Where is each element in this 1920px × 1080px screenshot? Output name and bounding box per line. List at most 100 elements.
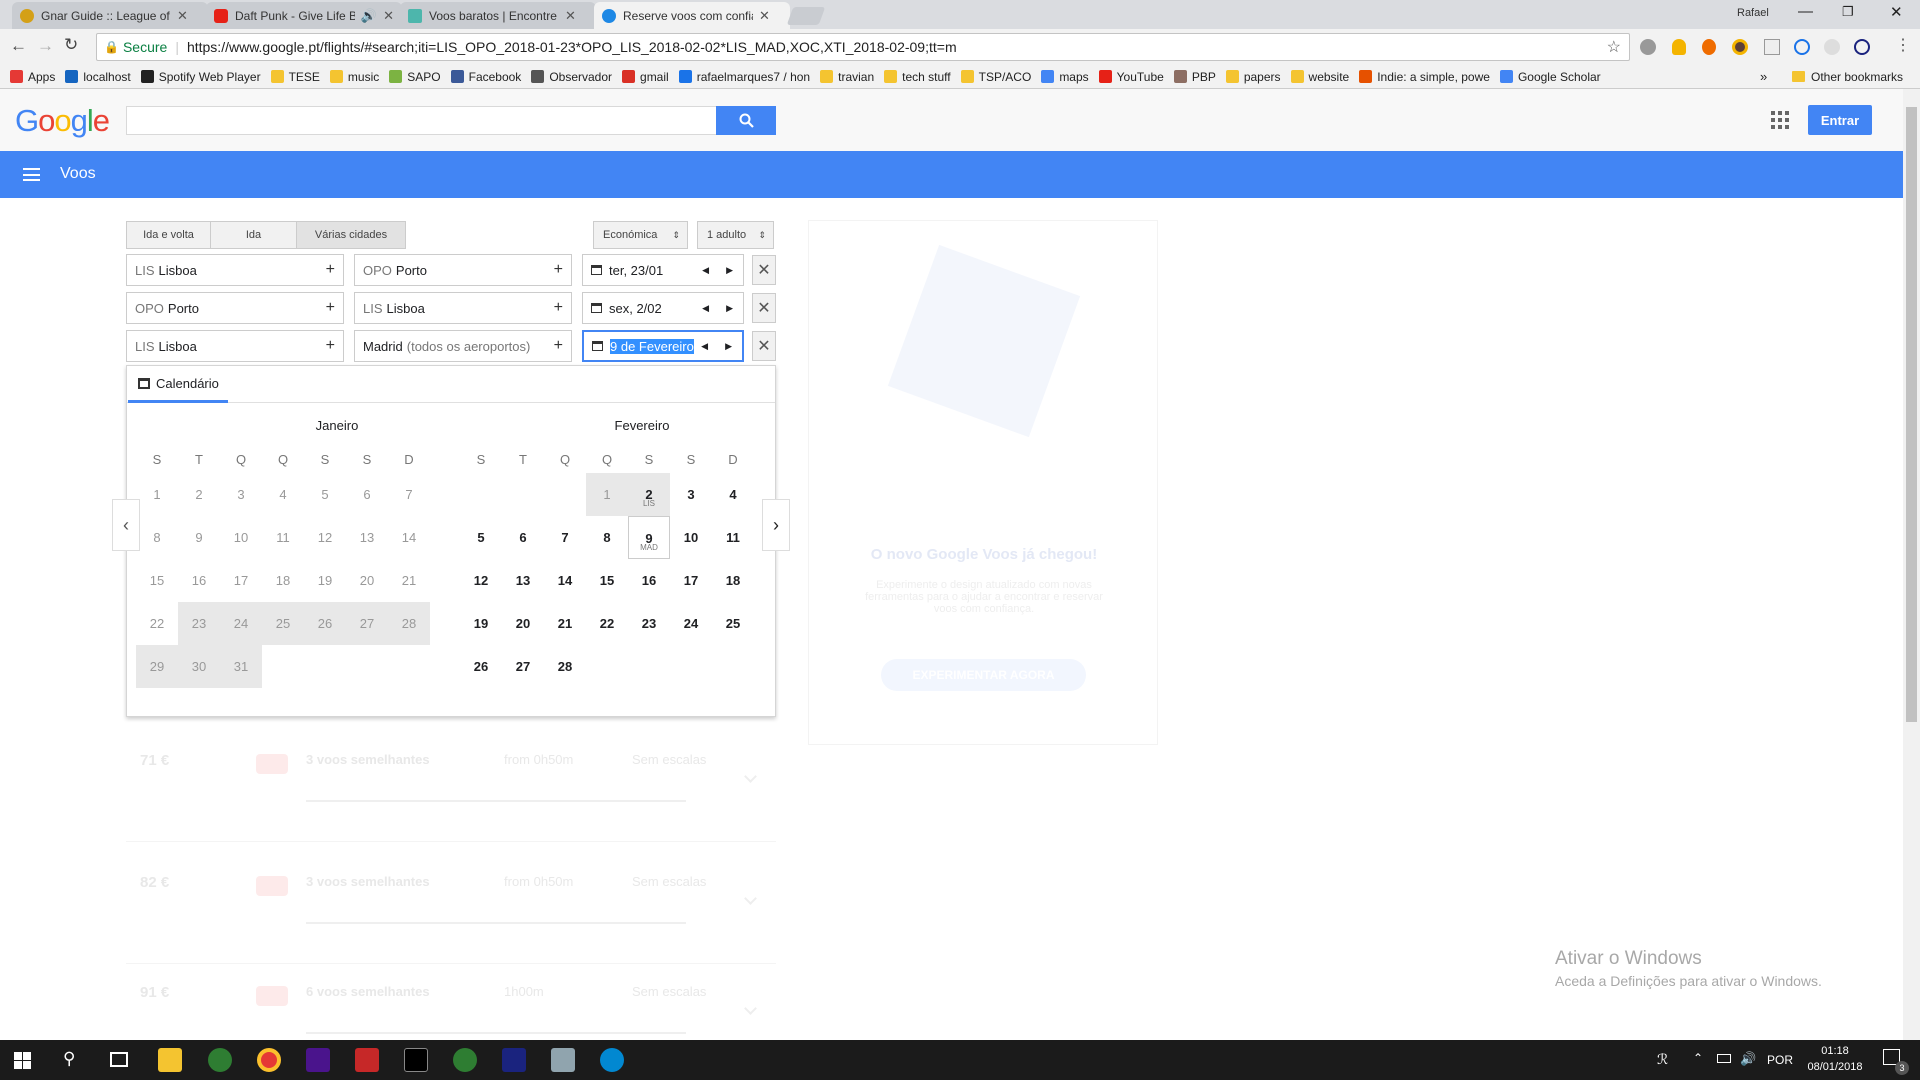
bookmark-item[interactable]: maps	[1041, 70, 1089, 84]
bulb-extension-icon[interactable]	[1672, 39, 1686, 55]
bookmark-item[interactable]: Google Scholar	[1499, 70, 1601, 84]
destination-field[interactable]: LIS Lisboa +	[354, 292, 572, 324]
new-tab-button[interactable]	[786, 7, 826, 25]
calendar-prev-button[interactable]: ‹	[112, 499, 140, 551]
calendar-day[interactable]: 22	[586, 602, 628, 645]
minimize-icon[interactable]: —	[1798, 3, 1813, 20]
browser-tab[interactable]: Daft Punk - Give Life B 🔊 ✕	[206, 2, 402, 29]
date-field[interactable]: sex, 2/02 ◀ ▶	[582, 292, 744, 324]
calendar-day[interactable]: 25	[712, 602, 754, 645]
close-tab-icon[interactable]: ✕	[565, 8, 576, 24]
url-text[interactable]: https://www.google.pt/flights/#search;it…	[187, 39, 957, 55]
browser-tab[interactable]: Gnar Guide :: League of L ✕	[12, 2, 208, 29]
extension-icon[interactable]	[1824, 39, 1840, 55]
calendar-day[interactable]: 28	[544, 645, 586, 688]
prev-date-icon[interactable]: ◀	[702, 303, 709, 314]
app-icon[interactable]	[453, 1048, 477, 1072]
google-logo[interactable]: Google	[15, 103, 110, 139]
terminal-icon[interactable]	[404, 1048, 428, 1072]
close-window-icon[interactable]: ✕	[1890, 3, 1903, 21]
task-view-icon[interactable]	[110, 1052, 128, 1067]
volume-icon[interactable]: 🔊	[1740, 1051, 1756, 1067]
search-taskbar-icon[interactable]: ⚲	[63, 1049, 75, 1069]
app-icon[interactable]	[502, 1048, 526, 1072]
bookmark-item[interactable]: music	[329, 70, 379, 84]
page-scrollbar[interactable]	[1903, 89, 1920, 1040]
add-airport-icon[interactable]: +	[326, 299, 335, 317]
remove-leg-button[interactable]: ✕	[752, 255, 776, 285]
try-now-button[interactable]: EXPERIMENTAR AGORA	[881, 659, 1086, 691]
bookmark-item[interactable]: TESE	[270, 70, 320, 84]
origin-field[interactable]: LIS Lisboa +	[126, 254, 344, 286]
play-extension-icon[interactable]	[1854, 39, 1870, 55]
language-indicator[interactable]: POR	[1767, 1053, 1793, 1067]
next-date-icon[interactable]: ▶	[726, 265, 733, 276]
calendar-day[interactable]: 23	[628, 602, 670, 645]
bookmark-item[interactable]: Observador	[531, 70, 612, 84]
date-field[interactable]: ter, 23/01 ◀ ▶	[582, 254, 744, 286]
restore-icon[interactable]: ❐	[1842, 4, 1854, 20]
next-date-icon[interactable]: ▶	[726, 303, 733, 314]
date-field[interactable]: 9 de Fevereiro ◀ ▶	[582, 330, 744, 362]
next-date-icon[interactable]: ▶	[725, 341, 732, 352]
close-tab-icon[interactable]: ✕	[177, 8, 188, 24]
calendar-day[interactable]: 17	[670, 559, 712, 602]
other-bookmarks-folder[interactable]: Other bookmarks	[1792, 70, 1903, 84]
apps-grid-icon[interactable]	[1771, 111, 1789, 129]
fire-extension-icon[interactable]	[1702, 39, 1716, 55]
calendar-day[interactable]: 20	[502, 602, 544, 645]
app-icon[interactable]	[600, 1048, 624, 1072]
calendar-day[interactable]: 13	[502, 559, 544, 602]
search-button[interactable]	[716, 106, 776, 135]
bookmark-item[interactable]: SAPO	[389, 70, 441, 84]
windows-start-icon[interactable]	[14, 1052, 31, 1069]
destination-field[interactable]: OPO Porto +	[354, 254, 572, 286]
scrollbar-thumb[interactable]	[1906, 107, 1917, 722]
origin-field[interactable]: OPO Porto +	[126, 292, 344, 324]
app-icon[interactable]	[306, 1048, 330, 1072]
one-way-button[interactable]: Ida	[210, 221, 297, 249]
signin-button[interactable]: Entrar	[1808, 105, 1872, 135]
calendar-day[interactable]: 19	[460, 602, 502, 645]
back-icon[interactable]: ←	[10, 36, 27, 56]
chevron-down-icon[interactable]	[744, 1002, 757, 1015]
hamburger-menu-icon[interactable]	[23, 168, 40, 181]
browser-tab-active[interactable]: Reserve voos com confia ✕	[594, 2, 790, 29]
add-airport-icon[interactable]: +	[554, 299, 563, 317]
more-bookmarks-button[interactable]: »	[1760, 69, 1767, 84]
reload-icon[interactable]: ↻	[64, 35, 78, 55]
bookmark-star-icon[interactable]: ☆	[1607, 37, 1621, 57]
menu-dots-icon[interactable]: ⋮	[1895, 35, 1911, 55]
bookmark-item[interactable]: rafaelmarques7 / hon	[678, 70, 810, 84]
destination-field[interactable]: Madrid (todos os aeroportos) +	[354, 330, 572, 362]
prev-date-icon[interactable]: ◀	[701, 341, 708, 352]
bookmark-item[interactable]: Apps	[10, 70, 55, 84]
calendar-day[interactable]: 10	[670, 516, 712, 559]
add-airport-icon[interactable]: +	[326, 337, 335, 355]
add-airport-icon[interactable]: +	[554, 337, 563, 355]
add-airport-icon[interactable]: +	[326, 261, 335, 279]
calendar-day[interactable]: 6	[502, 516, 544, 559]
cabin-select[interactable]: Económica ⇕	[593, 221, 688, 249]
block-extension-icon[interactable]	[1794, 39, 1810, 55]
calendar-day[interactable]: 26	[460, 645, 502, 688]
close-tab-icon[interactable]: ✕	[759, 8, 770, 24]
extension-icon[interactable]	[1764, 39, 1780, 55]
calendar-day[interactable]: 18	[712, 559, 754, 602]
chrome-icon[interactable]	[257, 1048, 281, 1072]
app-icon[interactable]	[551, 1048, 575, 1072]
bookmark-item[interactable]: website	[1290, 70, 1349, 84]
address-bar[interactable]: 🔒 Secure | https://www.google.pt/flights…	[96, 33, 1630, 61]
calendar-day[interactable]: 21	[544, 602, 586, 645]
profile-name[interactable]: Rafael	[1737, 7, 1769, 19]
close-tab-icon[interactable]: ✕	[383, 8, 394, 24]
file-explorer-icon[interactable]	[158, 1048, 182, 1072]
bookmark-item[interactable]: TSP/ACO	[960, 70, 1031, 84]
result-row[interactable]: 71 € 3 voos semelhantes from 0h50m Sem esca…	[126, 742, 776, 842]
speaker-icon[interactable]: 🔊	[361, 8, 377, 24]
calendar-day[interactable]: 12	[460, 559, 502, 602]
bookmark-item[interactable]: Indie: a simple, powe	[1359, 70, 1490, 84]
calendar-day[interactable]: 4	[712, 473, 754, 516]
calendar-day[interactable]: 8	[586, 516, 628, 559]
tab-calendar[interactable]: Calendário	[128, 366, 228, 403]
